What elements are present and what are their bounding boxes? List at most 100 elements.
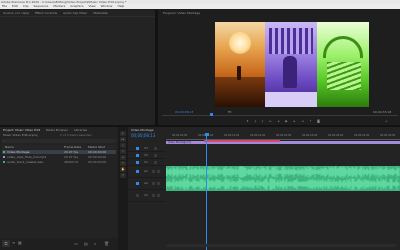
column-media-start[interactable]: Media Start (88, 145, 105, 149)
video-clip-label: Video Montage [V] (168, 141, 192, 144)
track-target-toggle[interactable] (136, 182, 139, 185)
ripple-edit-tool-icon[interactable]: ⇿ (120, 143, 126, 148)
pavement (265, 92, 317, 107)
tools-panel: ▸ ▸▸ ⇿ ✂ ↔ ✎ ✋ T (118, 127, 128, 250)
list-item[interactable]: audio_track_master.wav 48000 Hz 00;00;00… (2, 160, 116, 164)
timeline-playhead[interactable] (206, 134, 207, 250)
add-marker-icon[interactable]: ▾ (246, 120, 249, 123)
list-item[interactable]: video_clips_final_mix.mp4 29.97 fps 00;0… (2, 155, 116, 159)
project-item-count: 1 of 3 items selected (60, 133, 92, 137)
track-header-v3: V3 (128, 145, 166, 152)
pen-tool-icon[interactable]: ✎ (120, 161, 126, 166)
new-bin-icon[interactable]: ▭ (74, 242, 80, 246)
column-frame-rate[interactable]: Frame Rate (64, 145, 81, 149)
item-rate: 29.97 fps (64, 155, 79, 159)
tab-program[interactable]: Program: Video Montage (163, 11, 200, 15)
razor-tool-icon[interactable]: ✂ (120, 149, 126, 154)
track-label: V1 (144, 160, 148, 164)
column-name[interactable]: Name (5, 145, 14, 149)
item-name: Video Montage (7, 150, 30, 154)
type-tool-icon[interactable]: T (120, 173, 126, 178)
item-rate: 29.97 fps (64, 150, 79, 154)
menu-window[interactable]: Window (101, 4, 113, 9)
timeline-tabs: Video Montage (128, 127, 400, 132)
delete-icon[interactable]: 🗑 (104, 242, 110, 246)
tab-audio-clip-mixer[interactable]: Audio Clip Mixer (63, 11, 87, 15)
eye-icon[interactable] (154, 154, 157, 157)
mute-icon[interactable] (152, 170, 155, 173)
eye-icon[interactable] (154, 161, 157, 164)
play-icon[interactable]: ▶ (285, 120, 288, 123)
find-icon[interactable]: ⌕ (94, 242, 100, 246)
tab-project[interactable]: Project: Music Video Edit (3, 128, 40, 132)
lift-icon[interactable]: ⇡ (309, 120, 312, 123)
work-area-bar[interactable] (204, 140, 280, 142)
export-frame-icon[interactable]: ◙ (317, 120, 320, 123)
track-target-toggle[interactable] (136, 161, 139, 164)
list-item[interactable]: Video Montage 29.97 fps 00;00;00;00 (2, 150, 116, 154)
step-forward-icon[interactable]: ▸ (293, 120, 296, 123)
solo-icon[interactable] (157, 182, 160, 185)
track-target-toggle[interactable] (136, 154, 139, 157)
source-panel: Source: (no clips) Effect Controls Audio… (0, 10, 155, 125)
menu-file[interactable]: File (2, 4, 7, 9)
item-name: video_clips_final_mix.mp4 (7, 155, 47, 159)
menu-help[interactable]: Help (117, 4, 124, 9)
menu-view[interactable]: View (89, 4, 96, 9)
lock-icon[interactable]: ⚿ (2, 240, 10, 247)
mark-in-icon[interactable]: { (254, 120, 257, 123)
timeline-panel: Video Montage 00;00;08;13 00;00;04;00 00… (128, 127, 400, 250)
program-scrub-bar[interactable] (162, 115, 398, 116)
tab-media-browser[interactable]: Media Browser (46, 128, 68, 132)
go-to-out-icon[interactable]: ⇥ (301, 120, 304, 123)
step-back-icon[interactable]: ◂ (277, 120, 280, 123)
mark-out-icon[interactable]: } (261, 120, 264, 123)
eye-icon[interactable] (154, 147, 157, 150)
track-target-toggle[interactable] (136, 170, 139, 173)
solo-icon[interactable] (157, 194, 160, 197)
icon-view-icon[interactable]: ▦ (18, 240, 23, 245)
audio-clip[interactable] (166, 166, 400, 191)
mute-icon[interactable] (152, 182, 155, 185)
tab-metadata[interactable]: Metadata (93, 11, 107, 15)
track-select-tool-icon[interactable]: ▸▸ (120, 137, 126, 142)
person-silhouette (237, 66, 241, 80)
program-playhead[interactable] (210, 113, 213, 116)
project-search-bar[interactable]: ⌕ (2, 139, 116, 143)
ruler-baseline (166, 139, 400, 140)
solo-icon[interactable] (157, 170, 160, 173)
list-view-icon[interactable]: ≡ (12, 240, 17, 245)
tab-source[interactable]: Source: (no clips) (3, 11, 29, 15)
timeline-timecode[interactable]: 00;00;08;13 (131, 133, 155, 138)
menu-edit[interactable]: Edit (12, 4, 18, 9)
person-figure (283, 56, 297, 88)
program-timecode-left[interactable]: 00;00;08;13 (175, 110, 193, 114)
tab-effect-controls[interactable]: Effect Controls (35, 11, 57, 15)
tab-timeline-sequence[interactable]: Video Montage (131, 128, 153, 132)
slip-tool-icon[interactable]: ↔ (120, 155, 126, 160)
track-label: V2 (144, 153, 148, 157)
menu-clip[interactable]: Clip (23, 4, 29, 9)
mute-icon[interactable] (152, 194, 155, 197)
track-target-toggle[interactable] (136, 194, 139, 197)
hand-tool-icon[interactable]: ✋ (120, 167, 126, 172)
menu-markers[interactable]: Markers (53, 4, 65, 9)
playhead-handle[interactable] (205, 133, 209, 136)
new-item-icon[interactable]: ▤ (84, 242, 90, 246)
selection-tool-icon[interactable]: ▸ (120, 131, 126, 136)
program-video-frame[interactable] (215, 22, 369, 107)
tab-libraries[interactable]: Libraries (74, 128, 87, 132)
program-fit-select[interactable]: Fit (228, 110, 232, 114)
audio-waveform (166, 166, 400, 190)
menu-graphics[interactable]: Graphics (70, 4, 83, 9)
video-clip[interactable]: Video Montage [V] (166, 141, 400, 144)
railing (327, 62, 361, 90)
track-headers: V3 V2 V1 A1 A2 A3 (128, 145, 166, 235)
timeline-scrollbar[interactable] (166, 244, 396, 247)
menu-sequence[interactable]: Sequence (34, 4, 49, 9)
track-target-toggle[interactable] (136, 147, 139, 150)
button-editor-icon[interactable]: + (385, 120, 390, 123)
project-panel-tabs: Project: Music Video Edit Media Browser … (0, 127, 118, 132)
ruler-label: 00;00;24;00 (302, 134, 318, 137)
go-to-in-icon[interactable]: ⇤ (269, 120, 272, 123)
